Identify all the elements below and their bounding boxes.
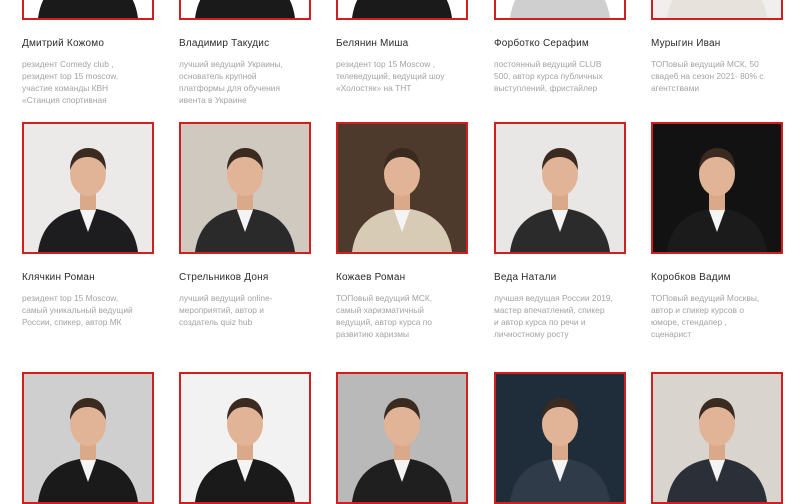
host-name[interactable]: Веда Натали <box>494 272 556 283</box>
host-description: постоянный ведущий CLUB 500, автор курса … <box>494 58 632 94</box>
portrait-image <box>496 374 624 502</box>
host-photo[interactable] <box>336 122 468 254</box>
host-description: ТОПовый ведущий Москвы, автор и спикер ку… <box>651 292 789 340</box>
portrait-image <box>24 0 152 18</box>
host-description-line: ТОПовый ведущий МСК, <box>336 293 433 303</box>
host-description-line: развитию харизмы <box>336 329 410 339</box>
host-description: резидент Comedy club , резидент top 15 mo… <box>22 58 160 106</box>
host-photo[interactable] <box>494 372 626 504</box>
host-description-line: России, спикер, автор МК <box>22 317 122 327</box>
portrait-image <box>653 0 781 18</box>
host-description-line: самый уникальный ведущий <box>22 305 133 315</box>
host-description-line: самый харизматичный <box>336 305 424 315</box>
host-photo[interactable] <box>336 372 468 504</box>
portrait-image <box>338 124 466 252</box>
host-description-line: автор и спикер курсов о <box>651 305 744 315</box>
host-description-line: и автор курса по речи и <box>494 317 586 327</box>
portrait-image <box>24 124 152 252</box>
host-photo[interactable] <box>494 0 626 20</box>
portrait-image <box>24 374 152 502</box>
host-photo[interactable] <box>494 122 626 254</box>
host-name[interactable]: Дмитрий Кожомо <box>22 38 104 49</box>
host-description-line: выступлений, фристайлер <box>494 83 598 93</box>
host-name[interactable]: Клячкин Роман <box>22 272 95 283</box>
host-description-line: резидент top 15 Moscow , <box>336 59 435 69</box>
host-description-line: платформы для обучения <box>179 83 280 93</box>
host-description-line: основатель крупной <box>179 71 257 81</box>
host-description-line: свадеб на сезон 2021- 80% с <box>651 71 764 81</box>
host-description-line: «Холостяк» на ТНТ <box>336 83 412 93</box>
host-photo[interactable] <box>22 0 154 20</box>
host-photo[interactable] <box>22 372 154 504</box>
host-description-line: ТОПовый ведущий Москвы, <box>651 293 760 303</box>
host-description: лучший ведущий Украины, основатель крупно… <box>179 58 317 106</box>
host-description-line: ТОПовый ведущий МСК, 50 <box>651 59 759 69</box>
host-photo[interactable] <box>651 372 783 504</box>
portrait-image <box>496 0 624 18</box>
portrait-image <box>181 0 309 18</box>
host-description-line: резидент top 15 moscow, <box>22 71 119 81</box>
host-description-line: ивента в Украине <box>179 95 247 105</box>
host-description-line: ведущий, автор курса по <box>336 317 432 327</box>
host-name[interactable]: Стрельников Доня <box>179 272 268 283</box>
host-description: ТОПовый ведущий МСК, 50 свадеб на сезон 2… <box>651 58 789 94</box>
host-description-line: агентствами <box>651 83 700 93</box>
host-description-line: мастер впечатлений, спикер <box>494 305 605 315</box>
host-description-line: лучший ведущий online- <box>179 293 273 303</box>
host-description-line: лучшая ведущая России 2019, <box>494 293 613 303</box>
host-description: резидент top 15 Moscow, самый уникальный … <box>22 292 160 328</box>
host-name[interactable]: Мурыгин Иван <box>651 38 721 49</box>
host-name[interactable]: Белянин Миша <box>336 38 408 49</box>
host-description-line: юморе, стендапер , <box>651 317 727 327</box>
host-photo[interactable] <box>651 0 783 20</box>
host-description: ТОПовый ведущий МСК, самый харизматичный в… <box>336 292 474 340</box>
host-description: лучшая ведущая России 2019, мастер впечат… <box>494 292 632 340</box>
portrait-image <box>653 374 781 502</box>
host-description-line: мероприятий, автор и <box>179 305 264 315</box>
host-description-line: телеведущий, ведущий шоу <box>336 71 445 81</box>
host-description-line: «Станция спортивная <box>22 95 107 105</box>
portrait-image <box>338 0 466 18</box>
host-name[interactable]: Форботко Серафим <box>494 38 589 49</box>
host-photo[interactable] <box>22 122 154 254</box>
host-description-line: резидент top 15 Moscow, <box>22 293 119 303</box>
host-photo[interactable] <box>179 372 311 504</box>
host-name[interactable]: Владимир Такудис <box>179 38 269 49</box>
host-name[interactable]: Коробков Вадим <box>651 272 731 283</box>
host-description: резидент top 15 Moscow , телеведущий, вед… <box>336 58 474 94</box>
host-photo[interactable] <box>336 0 468 20</box>
host-description-line: личностному росту <box>494 329 569 339</box>
host-description-line: сценарист <box>651 329 692 339</box>
host-description-line: лучший ведущий Украины, <box>179 59 283 69</box>
portrait-image <box>181 124 309 252</box>
portrait-image <box>653 124 781 252</box>
host-description-line: создатель quiz hub <box>179 317 253 327</box>
host-photo[interactable] <box>179 0 311 20</box>
portrait-image <box>181 374 309 502</box>
host-description-line: 500, автор курса публичных <box>494 71 603 81</box>
host-description-line: резидент Comedy club , <box>22 59 114 69</box>
host-name[interactable]: Кожаев Роман <box>336 272 405 283</box>
portrait-image <box>338 374 466 502</box>
host-photo[interactable] <box>179 122 311 254</box>
host-photo[interactable] <box>651 122 783 254</box>
host-description-line: участие команды КВН <box>22 83 109 93</box>
portrait-image <box>496 124 624 252</box>
host-description: лучший ведущий online-мероприятий, автор… <box>179 292 317 328</box>
host-description-line: постоянный ведущий CLUB <box>494 59 602 69</box>
